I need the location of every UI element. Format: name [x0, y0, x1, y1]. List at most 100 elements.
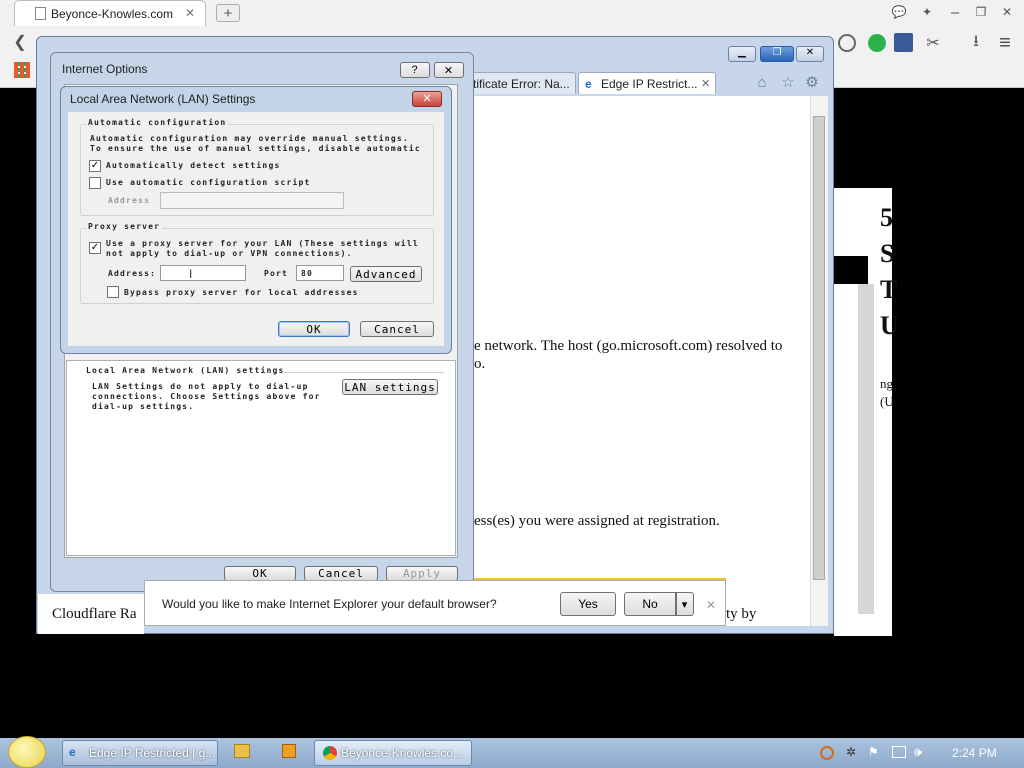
settings-icon[interactable]: ⚙ [802, 72, 822, 92]
chat-icon[interactable]: 💬 [890, 4, 908, 20]
io-apply-button[interactable]: Apply [386, 566, 458, 581]
port-value: 80 [301, 269, 314, 278]
pin-icon[interactable]: ✦ [918, 4, 936, 20]
notification-close-icon[interactable]: ✕ [706, 598, 716, 612]
scrollbar[interactable] [858, 284, 874, 614]
taskbar-item-label: Beyonce-Knowles.co... [341, 746, 464, 760]
tab-close-icon[interactable]: ✕ [185, 6, 195, 20]
search-icon[interactable] [838, 34, 856, 52]
bypass-label: Bypass proxy server for local addresses [124, 288, 359, 297]
lan-ok-button[interactable]: OK [278, 321, 350, 337]
right-text-1: ng [880, 376, 893, 391]
yes-button[interactable]: Yes [560, 592, 616, 616]
bypass-checkbox[interactable] [107, 286, 119, 298]
start-button[interactable] [8, 736, 46, 768]
proxy-address-input[interactable]: I [160, 265, 246, 281]
port-input[interactable]: 80 [296, 265, 344, 281]
ie-tab-close-icon[interactable]: ✕ [701, 77, 710, 90]
ie-tab-label: rtificate Error: Na... [469, 77, 570, 91]
search-tray-icon[interactable] [820, 746, 834, 760]
close-window-icon[interactable]: ✕ [998, 4, 1016, 20]
io-ok-button[interactable]: OK [224, 566, 296, 581]
facebook-icon[interactable] [894, 33, 913, 52]
right-text-2: (U [880, 394, 894, 409]
help-button[interactable]: ? [400, 62, 430, 78]
ie-minimize-button[interactable]: ▁ [728, 46, 756, 62]
favorites-icon[interactable]: ☆ [778, 72, 798, 92]
advanced-button[interactable]: Advanced [350, 266, 422, 282]
lan-cancel-button[interactable]: Cancel [360, 321, 434, 337]
footer-text-left: Cloudflare Ra [52, 606, 137, 622]
flag-tray-icon[interactable]: ⚑ [868, 745, 882, 759]
scroll-thumb[interactable] [813, 116, 825, 580]
restore-icon[interactable]: ❐ [972, 4, 990, 20]
lan-dialog-title: Local Area Network (LAN) Settings [70, 92, 256, 106]
proxy-group-label: Proxy server [86, 222, 163, 231]
body-line: ess(es) you were assigned at registratio… [474, 513, 720, 529]
auto-script-label: Use automatic configuration script [106, 178, 311, 187]
apps-icon[interactable] [14, 62, 30, 78]
ie-tab-edge[interactable]: e Edge IP Restrict... ✕ [578, 72, 716, 94]
port-label: Port [264, 269, 289, 278]
chrome-icon [323, 746, 337, 760]
new-tab-button[interactable]: + [216, 4, 240, 22]
wrench-tray-icon[interactable]: ✲ [846, 745, 860, 759]
no-dropdown-icon[interactable]: ▾ [676, 592, 694, 616]
browser-tab-title: Beyonce-Knowles.com [51, 7, 174, 21]
lan-section-label: Local Area Network (LAN) settings [86, 366, 285, 375]
footer-text-right: ty by [726, 606, 757, 622]
auto-desc: Automatic configuration may override man… [90, 134, 409, 143]
volume-tray-icon[interactable]: 🕪 [914, 744, 922, 760]
ie-maximize-button[interactable]: ❐ [760, 46, 794, 62]
clock[interactable]: 2:24 PM [952, 746, 997, 760]
home-icon[interactable]: ⌂ [752, 72, 772, 92]
lan-close-button[interactable]: ✕ [412, 91, 442, 107]
notification-text: Would you like to make Internet Explorer… [162, 597, 497, 611]
text-cursor-icon: I [189, 267, 193, 281]
auto-detect-checkbox[interactable]: ✓ [89, 160, 101, 172]
back-button[interactable]: ❮ [10, 32, 30, 52]
scissors-icon[interactable]: ✂ [924, 33, 942, 53]
io-cancel-button[interactable]: Cancel [304, 566, 378, 581]
body-line: o. [474, 356, 486, 372]
ie-logo-icon: e [585, 77, 592, 91]
ie-scrollbar[interactable] [810, 96, 828, 626]
proxy-label: not apply to dial-up or VPN connections)… [106, 249, 353, 258]
whatsapp-icon[interactable] [868, 34, 886, 52]
io-close-button[interactable]: ✕ [434, 62, 464, 78]
auto-config-label: Automatic configuration [86, 118, 229, 127]
ie-tab-certificate[interactable]: rtificate Error: Na... [462, 72, 576, 94]
auto-address-input[interactable] [160, 192, 344, 209]
media-player-icon[interactable] [282, 744, 296, 758]
auto-script-checkbox[interactable] [89, 177, 101, 189]
right-heading: 5STU [880, 203, 899, 340]
taskbar-item-chrome[interactable]: Beyonce-Knowles.co... [314, 740, 472, 766]
ie-tab-label: Edge IP Restrict... [601, 77, 698, 91]
network-tray-icon[interactable] [892, 746, 906, 758]
no-button[interactable]: No [624, 592, 676, 616]
download-icon[interactable]: ⭳ [966, 33, 986, 53]
minimize-icon[interactable]: – [946, 4, 964, 21]
dark-block [834, 256, 868, 284]
lan-desc: dial-up settings. [92, 402, 195, 411]
ie-content [474, 96, 828, 626]
menu-icon[interactable]: ≡ [994, 32, 1016, 54]
address-label: Address [108, 196, 151, 205]
folder-icon[interactable] [234, 744, 250, 758]
taskbar-item-ie[interactable]: e Edge IP Restricted | g... [62, 740, 218, 766]
use-proxy-checkbox[interactable]: ✓ [89, 242, 101, 254]
internet-options-title: Internet Options [62, 62, 148, 76]
lan-desc: LAN Settings do not apply to dial-up [92, 382, 309, 391]
auto-detect-label: Automatically detect settings [106, 161, 281, 170]
browser-tab[interactable]: Beyonce-Knowles.com ✕ [14, 0, 206, 26]
lan-desc: connections. Choose Settings above for [92, 392, 321, 401]
page-icon [35, 7, 46, 20]
taskbar-item-label: Edge IP Restricted | g... [89, 746, 216, 760]
ie-logo-icon: e [69, 745, 76, 759]
body-line: e network. The host (go.microsoft.com) r… [474, 338, 783, 354]
auto-desc: To ensure the use of manual settings, di… [90, 144, 421, 153]
ie-close-button[interactable]: ✕ [796, 46, 824, 62]
lan-settings-button[interactable]: LAN settings [342, 379, 438, 395]
proxy-address-label: Address: [108, 269, 157, 278]
divider [284, 372, 444, 373]
